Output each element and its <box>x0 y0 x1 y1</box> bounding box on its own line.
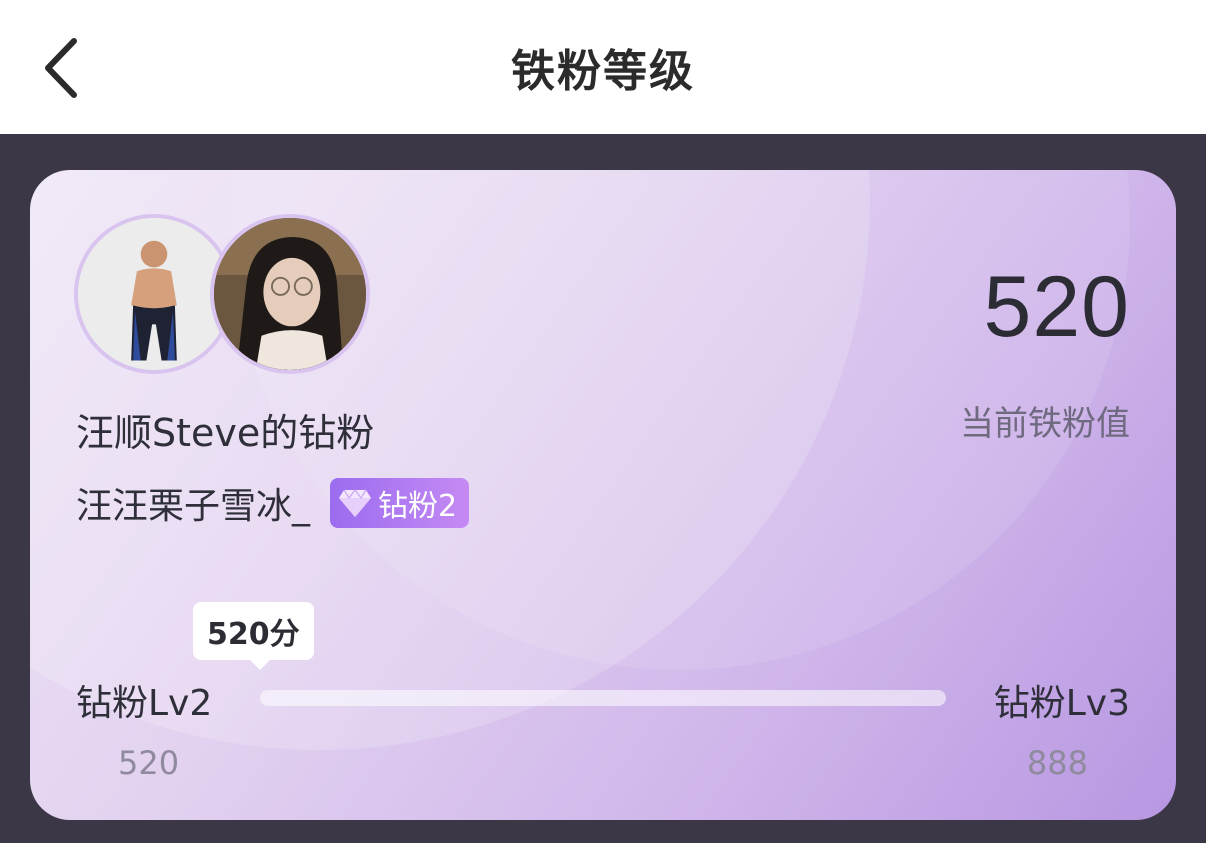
diamond-icon <box>339 489 372 517</box>
current-score-label: 当前铁粉值 <box>960 404 1130 444</box>
back-button[interactable] <box>30 30 90 106</box>
score-tooltip: 520分 <box>193 602 314 660</box>
fan-club-title: 汪顺Steve的钻粉 <box>76 411 375 455</box>
fan-level-badge[interactable]: 钻粉2 <box>330 478 470 528</box>
user-info-row: 汪汪栗子雪冰_ 钻粉2 <box>76 476 470 530</box>
chevron-left-icon <box>45 38 77 98</box>
badge-label: 钻粉2 <box>378 489 458 524</box>
top-bar: 铁粉等级 <box>0 0 1206 134</box>
avatar-icon <box>214 218 366 370</box>
page-title: 铁粉等级 <box>511 46 695 97</box>
current-score: 520 <box>983 259 1130 355</box>
current-level-threshold: 520 <box>118 744 180 782</box>
next-level-label: 钻粉Lv3 <box>993 683 1130 724</box>
fan-level-card: 汪顺Steve的钻粉 汪汪栗子雪冰_ 钻粉2 520 当前铁粉值 520分 钻粉… <box>30 170 1176 820</box>
next-level-threshold: 888 <box>1026 744 1088 782</box>
user-avatar[interactable] <box>210 214 370 374</box>
level-progress-bar <box>260 690 946 706</box>
user-name: 汪汪栗子雪冰_ <box>76 486 311 527</box>
avatar-icon <box>78 218 230 370</box>
current-level-label: 钻粉Lv2 <box>76 683 213 724</box>
tooltip-arrow <box>248 658 272 670</box>
